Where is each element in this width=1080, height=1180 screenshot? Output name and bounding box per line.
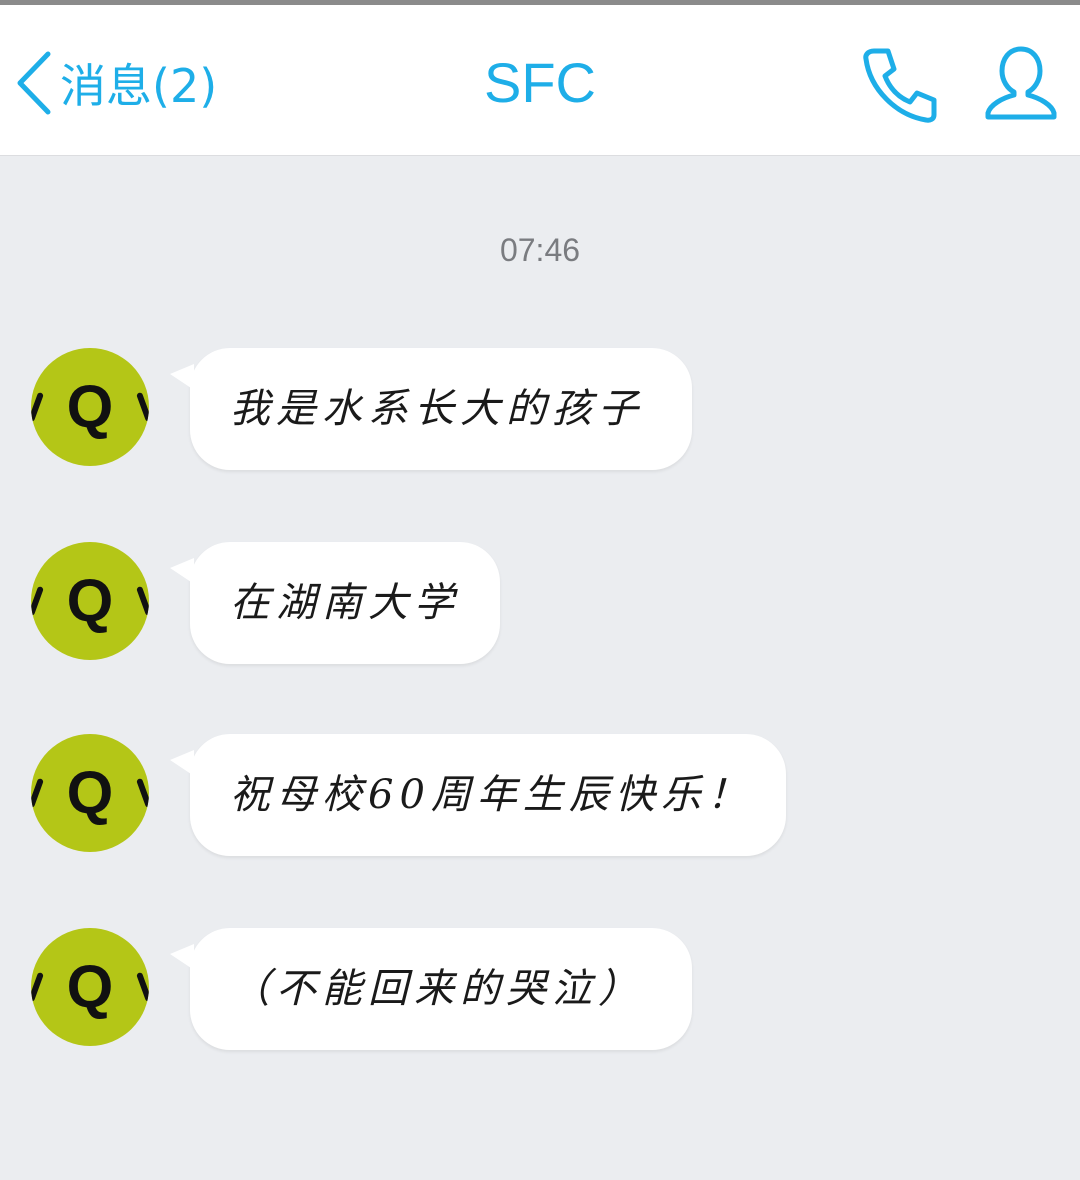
message-text: 我是水系长大的孩子 [230,386,644,432]
avatar-letter: Q [66,373,114,440]
user-icon [982,46,1060,127]
back-label: 消息(2) [60,59,218,113]
message-timestamp: 07:46 [499,232,581,268]
message-row: Q 祝母校60周年生辰快乐！ [0,734,1080,864]
avatar[interactable]: Q [31,928,149,1046]
back-button[interactable]: 消息(2) [14,47,217,119]
avatar-letter: Q [66,759,114,826]
message-bubble[interactable]: （不能回来的哭泣） [170,928,692,1050]
navigation-bar: 消息(2) SFC [0,5,1080,156]
message-bubble[interactable]: 祝母校60周年生辰快乐！ [170,734,786,856]
avatar[interactable]: Q [31,734,149,852]
avatar-letter: Q [66,953,114,1020]
avatar-letter: Q [66,567,114,634]
message-row: Q 在湖南大学 [0,542,1080,672]
message-text: 在湖南大学 [230,580,460,626]
chat-title: SFC [484,51,596,114]
phone-icon [860,48,940,129]
profile-button[interactable] [982,43,1060,123]
avatar[interactable]: Q [31,542,149,660]
chevron-left-icon [14,50,54,116]
message-bubble[interactable]: 在湖南大学 [170,542,500,664]
avatar[interactable]: Q [31,348,149,466]
message-text: 祝母校60周年生辰快乐！ [230,772,753,818]
message-bubble[interactable]: 我是水系长大的孩子 [170,348,692,470]
message-row: Q （不能回来的哭泣） [0,928,1080,1058]
message-row: Q 我是水系长大的孩子 [0,348,1080,478]
message-text: （不能回来的哭泣） [230,966,644,1012]
call-button[interactable] [860,45,940,125]
